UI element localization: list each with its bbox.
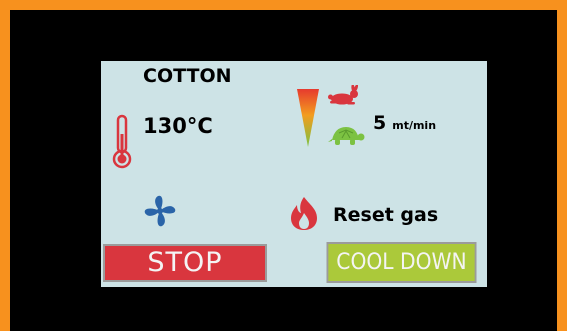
reset-gas-label[interactable]: Reset gas	[333, 204, 438, 226]
speed-unit: mt/min	[392, 119, 437, 132]
cool-down-button[interactable]: COOL DOWN	[326, 242, 477, 283]
turtle-icon	[328, 127, 365, 145]
material-label: COTTON	[143, 65, 232, 87]
touch-screen: COTTON 130°C 5 mt/min Reset gas STOP COO…	[101, 61, 487, 287]
rabbit-icon	[328, 85, 359, 105]
thermometer-icon	[112, 114, 132, 169]
speed-value: 5	[373, 112, 387, 134]
speed-readout: 5 mt/min	[373, 112, 436, 134]
stop-button[interactable]: STOP	[103, 244, 267, 282]
fan-icon[interactable]	[143, 194, 177, 228]
temperature-value: 130°C	[143, 114, 213, 138]
speed-cone-icon	[297, 89, 319, 147]
flame-icon	[291, 197, 317, 230]
